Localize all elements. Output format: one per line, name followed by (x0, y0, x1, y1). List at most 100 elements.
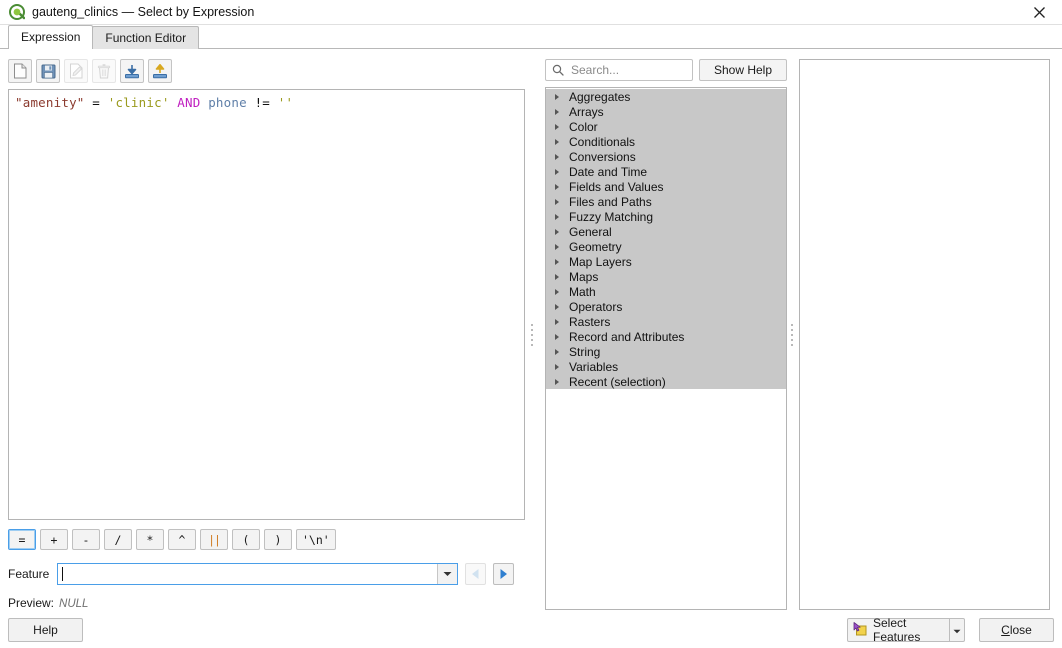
chevron-right-icon[interactable] (554, 273, 565, 281)
expression-token-equals: = (92, 95, 100, 110)
chevron-right-icon[interactable] (554, 333, 565, 341)
tree-item-label: Recent (selection) (569, 374, 666, 389)
expression-token-string-empty: '' (277, 95, 294, 110)
close-icon[interactable] (1016, 0, 1062, 25)
chevron-right-icon[interactable] (554, 198, 565, 206)
tree-item-recent-selection[interactable]: Recent (selection) (546, 374, 786, 389)
tree-item-label: Math (569, 284, 596, 299)
tree-item-fuzzy-matching[interactable]: Fuzzy Matching (546, 209, 786, 224)
show-help-button[interactable]: Show Help (699, 59, 787, 81)
chevron-right-icon[interactable] (554, 213, 565, 221)
operator-button-power[interactable]: ^ (168, 529, 196, 550)
tree-item-label: Maps (569, 269, 599, 284)
tree-item-general[interactable]: General (546, 224, 786, 239)
expression-token-space-5 (247, 95, 255, 110)
search-input[interactable]: Search... (545, 59, 693, 81)
tree-item-conditionals[interactable]: Conditionals (546, 134, 786, 149)
preview-row: Preview: NULL (8, 596, 525, 610)
tree-item-label: Record and Attributes (569, 329, 685, 344)
chevron-right-icon[interactable] (554, 303, 565, 311)
chevron-right-icon[interactable] (554, 108, 565, 116)
import-expressions-button[interactable] (120, 59, 144, 83)
tree-item-label: Files and Paths (569, 194, 652, 209)
operator-button-plus[interactable]: + (40, 529, 68, 550)
expression-token-column-phone: phone (208, 95, 247, 110)
tab-function-editor[interactable]: Function Editor (92, 26, 200, 49)
chevron-right-icon[interactable] (554, 348, 565, 356)
splitter-grip (531, 323, 533, 346)
chevron-right-icon[interactable] (554, 363, 565, 371)
operator-button-divide[interactable]: / (104, 529, 132, 550)
operator-button-minus[interactable]: - (72, 529, 100, 550)
tree-item-operators[interactable]: Operators (546, 299, 786, 314)
operator-button-equals[interactable]: = (8, 529, 36, 550)
operator-button-open-paren[interactable]: ( (232, 529, 260, 550)
tree-item-fields-and-values[interactable]: Fields and Values (546, 179, 786, 194)
operator-button-close-paren[interactable]: ) (264, 529, 292, 550)
splitter-handle-left[interactable] (527, 59, 537, 610)
tree-item-arrays[interactable]: Arrays (546, 104, 786, 119)
operator-button-concat[interactable]: || (200, 529, 228, 550)
search-row: Search... Show Help (545, 59, 787, 81)
chevron-right-icon[interactable] (554, 378, 565, 386)
tree-item-geometry[interactable]: Geometry (546, 239, 786, 254)
tree-item-label: Variables (569, 359, 619, 374)
tree-item-conversions[interactable]: Conversions (546, 149, 786, 164)
help-button[interactable]: Help (8, 618, 83, 642)
chevron-right-icon[interactable] (554, 318, 565, 326)
expression-toolbar (8, 59, 525, 83)
chevron-right-icon[interactable] (554, 168, 565, 176)
tree-item-files-and-paths[interactable]: Files and Paths (546, 194, 786, 209)
qgis-logo-icon (9, 4, 25, 20)
close-button[interactable]: Close (979, 618, 1054, 642)
delete-expression-button (92, 59, 116, 83)
feature-row: Feature (8, 563, 525, 585)
chevron-right-icon[interactable] (554, 228, 565, 236)
tree-item-rasters[interactable]: Rasters (546, 314, 786, 329)
chevron-right-icon[interactable] (554, 183, 565, 191)
tree-item-maps[interactable]: Maps (546, 269, 786, 284)
expression-token-and: AND (177, 95, 201, 110)
feature-label: Feature (8, 567, 50, 581)
tree-item-math[interactable]: Math (546, 284, 786, 299)
feature-input[interactable] (58, 564, 437, 584)
tree-item-label: Conditionals (569, 134, 636, 149)
save-expression-button[interactable] (36, 59, 60, 83)
tree-item-date-and-time[interactable]: Date and Time (546, 164, 786, 179)
new-expression-button[interactable] (8, 59, 32, 83)
chevron-right-icon[interactable] (554, 123, 565, 131)
chevron-right-icon[interactable] (554, 93, 565, 101)
tree-item-label: Conversions (569, 149, 636, 164)
operator-button-multiply[interactable]: * (136, 529, 164, 550)
chevron-right-icon[interactable] (554, 258, 565, 266)
tree-item-label: String (569, 344, 601, 359)
expression-editor[interactable]: "amenity" = 'clinic' AND phone != '' (8, 89, 525, 520)
select-features-dropdown[interactable] (950, 618, 965, 642)
preview-label: Preview: (8, 596, 55, 610)
tab-expression[interactable]: Expression (8, 25, 94, 49)
arrow-left-icon (465, 563, 487, 585)
chevron-right-icon[interactable] (554, 153, 565, 161)
tree-item-map-layers[interactable]: Map Layers (546, 254, 786, 269)
feature-combo[interactable] (57, 563, 459, 585)
tree-item-aggregates[interactable]: Aggregates (546, 89, 786, 104)
title-bar: gauteng_clinics — Select by Expression (0, 0, 1062, 25)
chevron-right-icon[interactable] (554, 243, 565, 251)
tree-item-label: Map Layers (569, 254, 632, 269)
tree-item-label: General (569, 224, 612, 239)
tree-item-string[interactable]: String (546, 344, 786, 359)
chevron-down-icon[interactable] (437, 564, 458, 584)
chevron-right-icon[interactable] (554, 138, 565, 146)
chevron-right-icon[interactable] (554, 288, 565, 296)
select-features-button[interactable]: Select Features (847, 616, 950, 644)
export-expressions-button[interactable] (148, 59, 172, 83)
function-tree[interactable]: Aggregates Arrays Color Conditionals Con… (545, 87, 787, 610)
tab-bar: Expression Function Editor (0, 25, 1062, 49)
tree-item-record-and-attributes[interactable]: Record and Attributes (546, 329, 786, 344)
tree-item-variables[interactable]: Variables (546, 359, 786, 374)
splitter-handle-right[interactable] (787, 59, 797, 610)
operator-button-newline[interactable]: '\n' (296, 529, 336, 550)
tree-item-color[interactable]: Color (546, 119, 786, 134)
tree-item-label: Fields and Values (569, 179, 664, 194)
arrow-right-icon[interactable] (493, 563, 515, 585)
